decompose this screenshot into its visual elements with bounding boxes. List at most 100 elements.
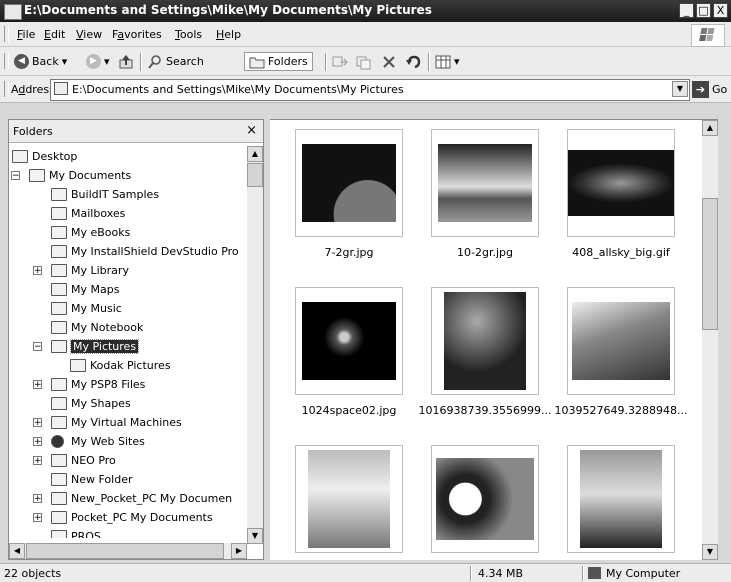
address-input[interactable]: E:\Documents and Settings\Mike\My Docume… [50,79,690,101]
tree-item[interactable]: Desktop [9,148,247,167]
menu-help[interactable]: Help [216,28,241,41]
expand-icon[interactable]: + [33,266,42,276]
tree-item[interactable]: + NEO Pro [9,452,247,471]
thumbnail-item[interactable] [431,129,539,237]
tree-item[interactable]: My InstallShield DevStudio Pro [9,243,247,262]
tree-item[interactable]: + Pocket_PC My Documents [9,509,247,528]
status-bar: 22 objects 4.34 MB My Computer [0,563,731,582]
expand-icon[interactable]: + [33,418,42,428]
tree-item[interactable]: + New_Pocket_PC My Documen [9,490,247,509]
folder-window-icon[interactable] [4,4,22,20]
tree-item[interactable]: New Folder [9,471,247,490]
scroll-left-button[interactable]: ◀ [9,543,25,559]
search-button[interactable]: Search [147,52,204,71]
expand-icon[interactable]: + [33,456,42,466]
menu-file[interactable]: File [17,28,35,41]
title-bar[interactable]: E:\Documents and Settings\Mike\My Docume… [0,0,731,22]
up-button[interactable] [118,52,134,71]
scroll-right-button[interactable]: ▶ [231,543,247,559]
menu-bar: File Edit View Favorites Tools Help [0,22,731,47]
window-title: E:\Documents and Settings\Mike\My Docume… [24,3,432,17]
content-scroll-down-button[interactable]: ▼ [702,544,718,560]
back-dropdown-icon[interactable]: ▾ [62,55,68,68]
scroll-thumb[interactable] [247,163,263,187]
views-button[interactable]: ▾ [435,52,460,71]
toolbar-grip[interactable] [4,53,9,69]
tree-item[interactable]: + My Web Sites [9,433,247,452]
thumbnail-item[interactable] [295,129,403,237]
go-button[interactable]: ➔ Go [692,80,727,99]
horizontal-scroll-thumb[interactable] [26,543,224,559]
views-dropdown-icon[interactable]: ▾ [454,55,460,68]
address-value[interactable]: E:\Documents and Settings\Mike\My Docume… [72,83,404,96]
penguins-image [580,450,662,548]
tree-item[interactable]: My Maps [9,281,247,300]
tree-item[interactable]: − My Pictures [9,338,247,357]
forward-button[interactable]: ▶ ▾ [86,52,110,71]
tree-item[interactable]: + My PSP8 Files [9,376,247,395]
thumbnail-item[interactable] [567,445,675,553]
thumbnail-filename[interactable]: 1016938739.3556999... [410,404,560,417]
tree-item-label: BuildIT Samples [71,188,160,201]
thumbnail-filename[interactable]: 1024space02.jpg [274,404,424,417]
folders-button[interactable]: Folders [244,52,313,71]
tree-item[interactable]: Mailboxes [9,205,247,224]
menu-edit[interactable]: Edit [44,28,65,41]
expand-icon[interactable]: + [33,513,42,523]
tree-item[interactable]: My Music [9,300,247,319]
thumbnail-filename[interactable]: 1039527649.3288948... [546,404,696,417]
search-label: Search [166,55,204,68]
tree-item[interactable]: − My Documents [9,167,247,186]
back-button[interactable]: ◀ Back ▾ [14,52,67,71]
expand-icon[interactable]: + [33,380,42,390]
forward-dropdown-icon[interactable]: ▾ [104,55,110,68]
content-scroll-up-button[interactable]: ▲ [702,120,718,136]
expand-icon[interactable]: + [33,494,42,504]
thumbnail-item[interactable] [567,129,675,237]
content-vertical-scrollbar[interactable]: ▲ ▼ [702,120,718,560]
content-scroll-thumb[interactable] [702,198,718,330]
expand-icon[interactable]: + [33,437,42,447]
my-computer-icon [588,567,601,579]
move-to-button[interactable] [332,52,348,71]
menu-view[interactable]: View [76,28,102,41]
collapse-icon[interactable]: − [11,171,20,181]
tree-horizontal-scrollbar[interactable]: ◀ ▶ [9,543,247,559]
scroll-down-button[interactable]: ▼ [247,528,263,544]
tree-item[interactable]: BuildIT Samples [9,186,247,205]
tree-item[interactable]: Kodak Pictures [9,357,247,376]
menu-tools[interactable]: Tools [175,28,202,41]
thumbnail-item[interactable] [567,287,675,395]
minimize-button[interactable]: _ [679,3,694,18]
copy-to-button[interactable] [356,52,372,71]
thumbnail-filename[interactable]: 408_allsky_big.gif [546,246,696,259]
thumbnail-item[interactable] [295,287,403,395]
thumbnail-item[interactable] [431,287,539,395]
menu-grip[interactable] [4,26,9,42]
menu-favorites[interactable]: Favorites [112,28,162,41]
tree-item[interactable]: My Shapes [9,395,247,414]
undo-button[interactable] [405,52,421,71]
tree-item-label: My Shapes [71,397,131,410]
thumbnail-filename[interactable]: 7-2gr.jpg [274,246,424,259]
maximize-button[interactable]: □ [696,3,711,18]
tree-item[interactable]: + My Virtual Machines [9,414,247,433]
pictures-folder-icon [51,340,67,353]
address-grip[interactable] [4,81,9,97]
collapse-icon[interactable]: − [33,342,42,352]
folders-pane-close-icon[interactable]: × [246,123,257,138]
delete-button[interactable] [381,52,397,71]
tree-vertical-scrollbar[interactable]: ▲ ▼ [247,146,263,544]
address-label: Address [11,83,55,96]
search-icon [148,54,161,69]
thumbnail-filename[interactable]: 10-2gr.jpg [410,246,560,259]
thumbnail-item[interactable] [431,445,539,553]
tree-item[interactable]: + My Library [9,262,247,281]
scroll-up-button[interactable]: ▲ [247,146,263,162]
close-button[interactable]: X [713,3,728,18]
thumbnail-item[interactable] [295,445,403,553]
tree-item[interactable]: My Notebook [9,319,247,338]
tree-item[interactable]: My eBooks [9,224,247,243]
address-dropdown-button[interactable]: ▼ [672,81,688,97]
tree-item[interactable]: PROS [9,528,247,538]
